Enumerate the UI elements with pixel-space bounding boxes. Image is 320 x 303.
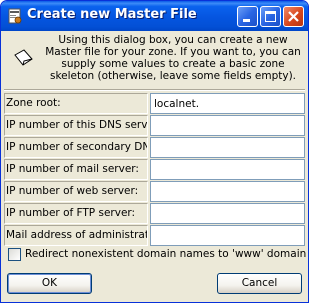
dialog-window: Create new Master File Using this dialog…: [0, 0, 309, 303]
zone-root-input[interactable]: [150, 93, 305, 114]
note-icon: [12, 47, 34, 69]
maximize-icon: [265, 11, 276, 22]
dns-server-ip-row: IP number of this DNS server:: [4, 115, 305, 136]
admin-mail-row: Mail address of administrator:: [4, 225, 305, 246]
admin-mail-label: Mail address of administrator:: [4, 225, 148, 246]
cancel-button[interactable]: Cancel: [217, 273, 302, 294]
instructions-text: Using this dialog box, you can create a …: [45, 34, 301, 82]
mail-server-ip-label: IP number of mail server:: [4, 159, 148, 180]
ftp-server-ip-input[interactable]: [150, 203, 305, 224]
secondary-dns-ip-row: IP number of secondary DNS:: [4, 137, 305, 158]
ftp-server-ip-label: IP number of FTP server:: [4, 203, 148, 224]
minimize-icon: [243, 19, 250, 22]
separator: [4, 89, 305, 91]
zone-root-label: Zone root:: [4, 93, 148, 114]
mail-server-ip-input[interactable]: [150, 159, 305, 180]
close-button[interactable]: [283, 6, 304, 27]
admin-mail-input[interactable]: [150, 225, 305, 246]
close-icon: [288, 11, 299, 22]
redirect-checkbox-row[interactable]: Redirect nonexistent domain names to 'ww…: [8, 247, 306, 263]
maximize-button[interactable]: [260, 6, 281, 27]
redirect-checkbox[interactable]: [8, 248, 21, 261]
ok-button[interactable]: OK: [7, 273, 92, 294]
mail-server-ip-row: IP number of mail server:: [4, 159, 305, 180]
dns-server-ip-label: IP number of this DNS server:: [4, 115, 148, 136]
dns-server-ip-input[interactable]: [150, 115, 305, 136]
web-server-ip-input[interactable]: [150, 181, 305, 202]
redirect-checkbox-label[interactable]: Redirect nonexistent domain names to 'ww…: [25, 247, 306, 262]
title-bar[interactable]: Create new Master File: [1, 1, 308, 31]
secondary-dns-ip-label: IP number of secondary DNS:: [4, 137, 148, 158]
secondary-dns-ip-input[interactable]: [150, 137, 305, 158]
zone-root-row: Zone root:: [4, 93, 305, 114]
web-server-ip-row: IP number of web server:: [4, 181, 305, 202]
ftp-server-ip-row: IP number of FTP server:: [4, 203, 305, 224]
dns-file-icon: [7, 8, 23, 24]
dialog-body: Using this dialog box, you can create a …: [4, 31, 306, 299]
web-server-ip-label: IP number of web server:: [4, 181, 148, 202]
minimize-button[interactable]: [237, 6, 258, 27]
window-title: Create new Master File: [27, 7, 197, 22]
